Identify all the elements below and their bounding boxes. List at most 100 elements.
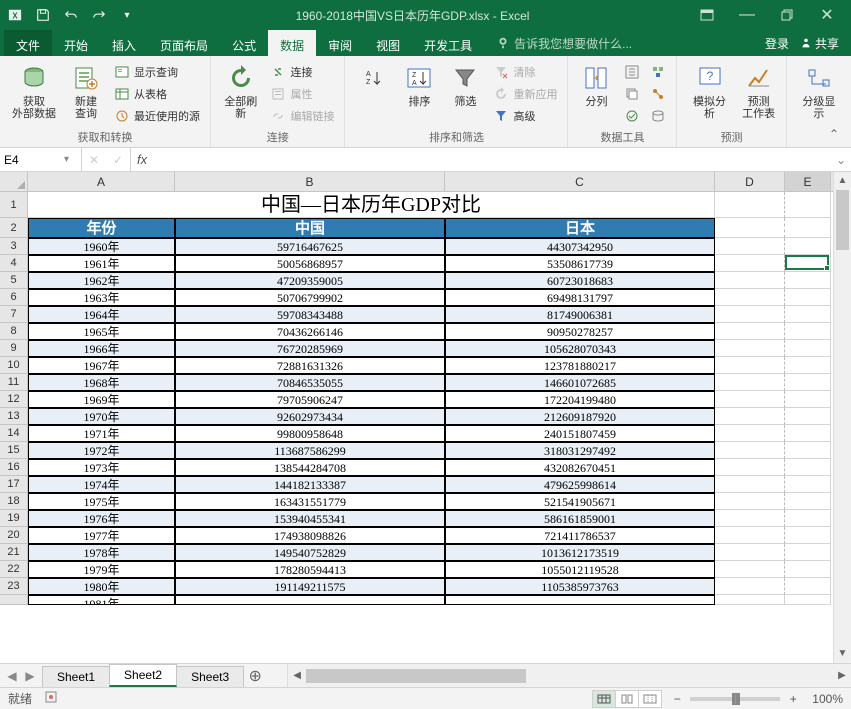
- row-header[interactable]: 5: [0, 272, 28, 289]
- fx-icon[interactable]: fx: [131, 148, 153, 171]
- cell-china[interactable]: 76720285969: [175, 340, 445, 357]
- row-header[interactable]: 16: [0, 459, 28, 476]
- tab-data[interactable]: 数据: [268, 30, 316, 56]
- add-sheet-icon[interactable]: ⊕: [243, 664, 267, 687]
- row-header[interactable]: 17: [0, 476, 28, 493]
- cell[interactable]: [785, 408, 831, 425]
- qat-customize-icon[interactable]: ▾: [116, 4, 138, 26]
- scroll-left-icon[interactable]: ◀: [288, 670, 306, 681]
- cell[interactable]: [715, 255, 785, 272]
- tab-page-layout[interactable]: 页面布局: [148, 30, 220, 56]
- sheet-prev-icon[interactable]: ◀: [4, 669, 20, 683]
- cell[interactable]: [715, 476, 785, 493]
- cell[interactable]: [785, 391, 831, 408]
- tab-review[interactable]: 审阅: [316, 30, 364, 56]
- properties-button[interactable]: 属性: [266, 84, 338, 104]
- cell[interactable]: [715, 391, 785, 408]
- cell-japan[interactable]: 1105385973763: [445, 578, 715, 595]
- cell-japan[interactable]: 123781880217: [445, 357, 715, 374]
- cell-japan[interactable]: 721411786537: [445, 527, 715, 544]
- zoom-thumb[interactable]: [732, 693, 740, 705]
- cell[interactable]: [715, 408, 785, 425]
- col-header-C[interactable]: C: [445, 172, 715, 191]
- row-header[interactable]: 20: [0, 527, 28, 544]
- col-header-B[interactable]: B: [175, 172, 445, 191]
- edit-links-button[interactable]: 编辑链接: [266, 106, 338, 126]
- cell-japan[interactable]: 172204199480: [445, 391, 715, 408]
- cell-japan[interactable]: 60723018683: [445, 272, 715, 289]
- row-header[interactable]: 9: [0, 340, 28, 357]
- cell[interactable]: [785, 510, 831, 527]
- row-header[interactable]: 6: [0, 289, 28, 306]
- cell-year[interactable]: 1981年: [28, 595, 175, 605]
- cell[interactable]: [785, 476, 831, 493]
- get-external-data-button[interactable]: 获取 外部数据: [6, 60, 62, 127]
- cell[interactable]: [715, 238, 785, 255]
- tab-view[interactable]: 视图: [364, 30, 412, 56]
- cell[interactable]: [715, 561, 785, 578]
- row-header[interactable]: 2: [0, 218, 28, 238]
- excel-icon[interactable]: X: [4, 4, 26, 26]
- cell-year[interactable]: 1960年: [28, 238, 175, 255]
- cell-china[interactable]: 59716467625: [175, 238, 445, 255]
- cell[interactable]: [715, 544, 785, 561]
- col-header-E[interactable]: E: [785, 172, 831, 191]
- cell[interactable]: [715, 272, 785, 289]
- consolidate-button[interactable]: [646, 62, 670, 82]
- cell-japan[interactable]: 240151807459: [445, 425, 715, 442]
- row-header[interactable]: 11: [0, 374, 28, 391]
- cell-china[interactable]: 99800958648: [175, 425, 445, 442]
- redo-icon[interactable]: [88, 4, 110, 26]
- cell-year[interactable]: 1961年: [28, 255, 175, 272]
- undo-icon[interactable]: [60, 4, 82, 26]
- cell[interactable]: [715, 218, 785, 238]
- row-header[interactable]: 10: [0, 357, 28, 374]
- row-header[interactable]: 19: [0, 510, 28, 527]
- header-japan[interactable]: 日本: [445, 218, 715, 238]
- cell[interactable]: [785, 442, 831, 459]
- hscroll-track[interactable]: [306, 669, 833, 683]
- row-header[interactable]: 1: [0, 192, 28, 218]
- row-header[interactable]: 4: [0, 255, 28, 272]
- cell[interactable]: [785, 374, 831, 391]
- row-header[interactable]: 7: [0, 306, 28, 323]
- zoom-in-icon[interactable]: +: [786, 692, 800, 706]
- cell-china[interactable]: 70846535055: [175, 374, 445, 391]
- tab-insert[interactable]: 插入: [100, 30, 148, 56]
- cell[interactable]: [715, 493, 785, 510]
- cell[interactable]: [785, 493, 831, 510]
- cell-china[interactable]: 59708343488: [175, 306, 445, 323]
- cell-year[interactable]: 1963年: [28, 289, 175, 306]
- cell-japan[interactable]: 212609187920: [445, 408, 715, 425]
- sort-button[interactable]: ZA 排序: [397, 60, 441, 127]
- vscroll-thumb[interactable]: [836, 190, 849, 250]
- cell-china[interactable]: 144182133387: [175, 476, 445, 493]
- row-header[interactable]: 13: [0, 408, 28, 425]
- sheet-next-icon[interactable]: ▶: [22, 669, 38, 683]
- select-all-corner[interactable]: [0, 172, 28, 191]
- cell[interactable]: [715, 459, 785, 476]
- cell-japan[interactable]: 479625998614: [445, 476, 715, 493]
- advanced-filter-button[interactable]: 高级: [489, 106, 561, 126]
- cell[interactable]: [715, 595, 785, 605]
- relationships-button[interactable]: [646, 84, 670, 104]
- share-button[interactable]: 共享: [799, 35, 839, 52]
- cell-japan[interactable]: 318031297492: [445, 442, 715, 459]
- row-header[interactable]: 21: [0, 544, 28, 561]
- expand-formula-bar-icon[interactable]: ⌄: [831, 148, 851, 171]
- cell-china[interactable]: 50706799902: [175, 289, 445, 306]
- cell[interactable]: [785, 340, 831, 357]
- cell-china[interactable]: 72881631326: [175, 357, 445, 374]
- cell[interactable]: [785, 218, 831, 238]
- show-queries-button[interactable]: 显示查询: [110, 62, 204, 82]
- cell-japan[interactable]: 146601072685: [445, 374, 715, 391]
- cell-china[interactable]: 138544284708: [175, 459, 445, 476]
- cell[interactable]: [785, 357, 831, 374]
- cell[interactable]: [715, 323, 785, 340]
- cell[interactable]: [785, 255, 831, 272]
- cell-year[interactable]: 1978年: [28, 544, 175, 561]
- recent-sources-button[interactable]: 最近使用的源: [110, 106, 204, 126]
- cell-china[interactable]: 178280594413: [175, 561, 445, 578]
- cell-japan[interactable]: 1055012119528: [445, 561, 715, 578]
- cell-year[interactable]: 1965年: [28, 323, 175, 340]
